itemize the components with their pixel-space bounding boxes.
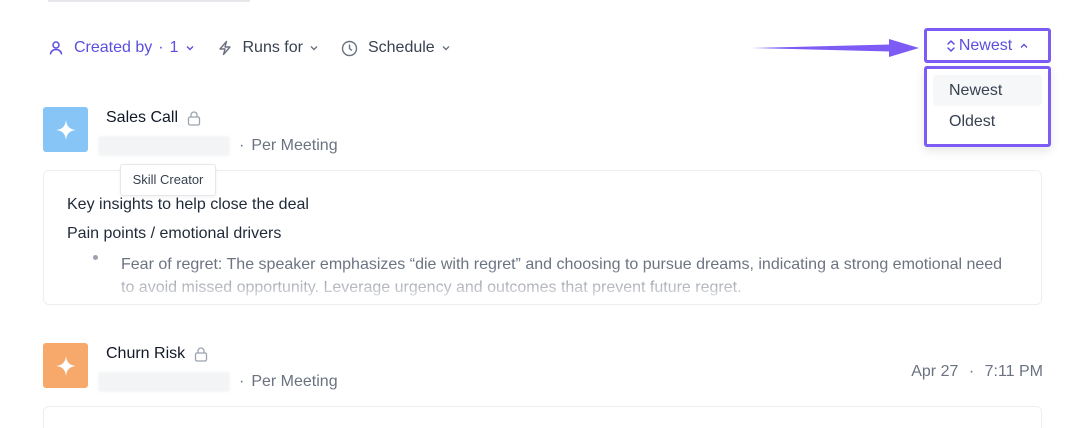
meta-separator: · xyxy=(239,373,245,390)
created-by-label: Created by xyxy=(74,39,153,56)
skill-avatar xyxy=(43,343,88,388)
sparkle-icon xyxy=(55,119,76,140)
runs-for-filter[interactable]: Runs for xyxy=(217,39,319,57)
top-divider xyxy=(48,0,250,2)
runs-for-label: Runs for xyxy=(242,39,303,56)
meta-separator: · xyxy=(239,137,245,154)
skill-output-card[interactable] xyxy=(43,406,1042,428)
skill-frequency: Per Meeting xyxy=(251,137,338,154)
skill-frequency: Per Meeting xyxy=(251,373,338,390)
fade-overlay xyxy=(44,266,1041,304)
insight-subheading: Pain points / emotional drivers xyxy=(67,225,282,242)
created-by-separator: · xyxy=(158,39,164,56)
lightning-icon xyxy=(217,40,233,56)
schedule-filter[interactable]: Schedule xyxy=(341,39,451,57)
skill-date: Apr 27 xyxy=(911,363,959,380)
chevron-down-icon xyxy=(441,43,451,53)
sort-option-newest[interactable]: Newest xyxy=(933,75,1042,106)
bullet-dot xyxy=(93,255,98,260)
skill-title: Churn Risk xyxy=(106,345,186,362)
skill-title: Sales Call xyxy=(106,109,179,126)
annotation-arrow-icon xyxy=(751,39,919,57)
lock-icon xyxy=(186,110,202,126)
skill-card-header[interactable]: Sales Call · Per Meeting xyxy=(43,107,1043,157)
sort-button[interactable]: Newest xyxy=(924,28,1051,63)
insight-heading: Key insights to help close the deal xyxy=(67,196,309,213)
user-icon xyxy=(48,40,64,56)
skill-time: 7:11 PM xyxy=(984,363,1043,380)
timestamp-separator: · xyxy=(968,363,975,380)
skill-card-header[interactable]: Churn Risk · Per Meeting Apr 27 · 7:11 PM xyxy=(43,343,1043,393)
schedule-label: Schedule xyxy=(367,39,435,56)
chevron-up-icon xyxy=(1019,41,1029,51)
created-by-filter[interactable]: Created by · 1 xyxy=(48,39,195,57)
sort-current-label: Newest xyxy=(958,36,1013,54)
sort-icon xyxy=(946,39,956,53)
skill-timestamp: Apr 27 · 7:11 PM xyxy=(911,363,1043,381)
redacted-owner xyxy=(98,372,230,392)
filter-bar: Created by · 1 Runs for Schedule xyxy=(48,37,473,59)
created-by-count: 1 xyxy=(169,39,179,56)
skill-avatar xyxy=(43,107,88,152)
lock-icon xyxy=(193,346,209,362)
redacted-owner xyxy=(98,136,230,156)
sparkle-icon xyxy=(55,355,76,376)
skill-creator-tooltip: Skill Creator xyxy=(120,164,216,196)
chevron-down-icon xyxy=(309,43,319,53)
clock-icon xyxy=(341,40,358,57)
chevron-down-icon xyxy=(185,43,195,53)
